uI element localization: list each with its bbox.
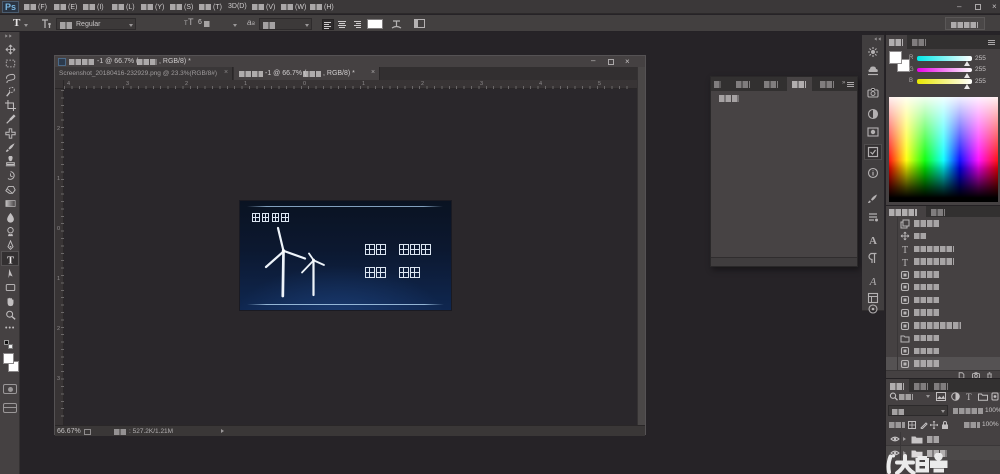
svg-text:T: T bbox=[7, 255, 14, 265]
svg-text:T: T bbox=[902, 258, 908, 267]
svg-text:T: T bbox=[902, 245, 908, 254]
svg-text:A: A bbox=[869, 235, 877, 246]
svg-text:A: A bbox=[869, 276, 877, 287]
